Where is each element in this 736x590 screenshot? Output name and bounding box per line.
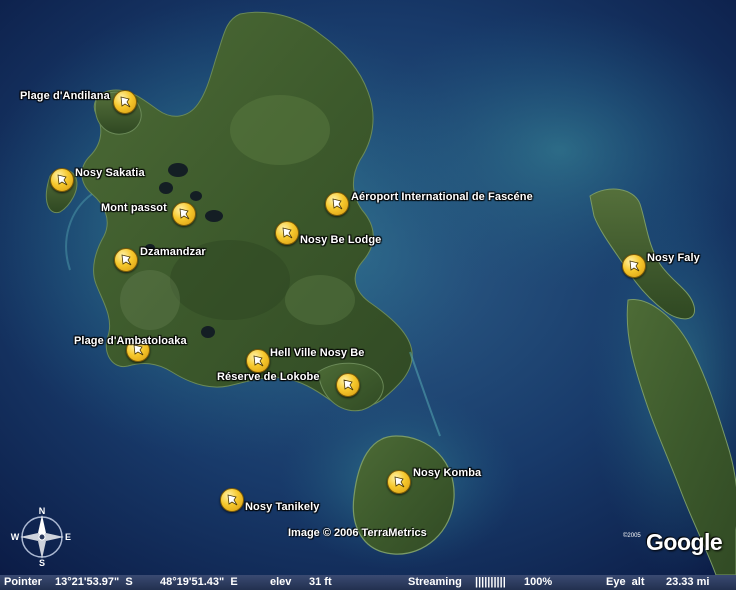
label-plage-ambatoloaka[interactable]: Plage d'Ambatoloaka bbox=[74, 335, 187, 347]
placemark-icon[interactable] bbox=[50, 168, 74, 192]
compass-e: E bbox=[65, 532, 71, 542]
eye-alt-label: Eye alt bbox=[606, 576, 645, 588]
crater-lake bbox=[205, 210, 223, 222]
placemark-icon[interactable] bbox=[622, 254, 646, 278]
pointer-longitude: 48°19'51.43" E bbox=[160, 576, 238, 588]
compass-control[interactable]: N S E W bbox=[10, 506, 74, 568]
eye-alt-value: 23.33 mi bbox=[666, 576, 710, 588]
label-plage-andilana[interactable]: Plage d'Andilana bbox=[20, 90, 110, 102]
compass-icon[interactable]: N S E W bbox=[10, 506, 74, 568]
compass-n: N bbox=[39, 506, 46, 516]
crater-lake bbox=[190, 191, 202, 201]
placemark-icon[interactable] bbox=[172, 202, 196, 226]
placemark-icon[interactable] bbox=[325, 192, 349, 216]
crater-lake bbox=[159, 182, 173, 194]
label-nosy-tanikely[interactable]: Nosy Tanikely bbox=[245, 501, 319, 513]
streaming-percent: 100% bbox=[524, 576, 553, 588]
label-reserve-lokobe[interactable]: Réserve de Lokobe bbox=[217, 371, 320, 383]
label-nosy-be-lodge[interactable]: Nosy Be Lodge bbox=[300, 234, 381, 246]
label-nosy-faly[interactable]: Nosy Faly bbox=[647, 252, 700, 264]
compass-s: S bbox=[39, 558, 45, 566]
crater-lake bbox=[168, 163, 188, 177]
placemark-icon[interactable] bbox=[275, 221, 299, 245]
terrain-patch bbox=[230, 95, 330, 165]
terrain-patch bbox=[120, 270, 180, 330]
logo-year: ©2005 bbox=[623, 533, 641, 539]
pointer-label: Pointer bbox=[4, 576, 42, 588]
earth-viewer[interactable]: Plage d'Andilana Nosy Sakatia Mont passo… bbox=[0, 0, 736, 590]
status-bar: Pointer 13°21'53.97" S 48°19'51.43" E el… bbox=[0, 575, 736, 590]
label-nosy-sakatia[interactable]: Nosy Sakatia bbox=[75, 167, 145, 179]
label-hell-ville[interactable]: Hell Ville Nosy Be bbox=[270, 347, 365, 359]
google-logo: Google bbox=[646, 529, 723, 555]
crater-lake bbox=[201, 326, 215, 338]
placemark-icon[interactable] bbox=[246, 349, 270, 373]
placemark-icon[interactable] bbox=[113, 90, 137, 114]
elevation-label: elev bbox=[270, 576, 292, 588]
pointer-latitude: 13°21'53.97" S bbox=[55, 576, 133, 588]
placemark-icon[interactable] bbox=[387, 470, 411, 494]
satellite-map[interactable] bbox=[0, 0, 736, 575]
terrain-patch bbox=[285, 275, 355, 325]
label-aeroport[interactable]: Aéroport International de Fascéne bbox=[351, 191, 533, 203]
label-nosy-komba[interactable]: Nosy Komba bbox=[413, 467, 481, 479]
elevation-value: 31 ft bbox=[309, 576, 332, 588]
label-dzamandzar[interactable]: Dzamandzar bbox=[140, 246, 206, 258]
placemark-icon[interactable] bbox=[336, 373, 360, 397]
label-mont-passot[interactable]: Mont passot bbox=[101, 202, 167, 214]
streaming-label: Streaming bbox=[408, 576, 462, 588]
streaming-progress: |||||||||| bbox=[475, 576, 506, 588]
compass-w: W bbox=[11, 532, 20, 542]
imagery-credit: Image © 2006 TerraMetrics bbox=[288, 527, 427, 539]
placemark-icon[interactable] bbox=[220, 488, 244, 512]
placemark-icon[interactable] bbox=[114, 248, 138, 272]
